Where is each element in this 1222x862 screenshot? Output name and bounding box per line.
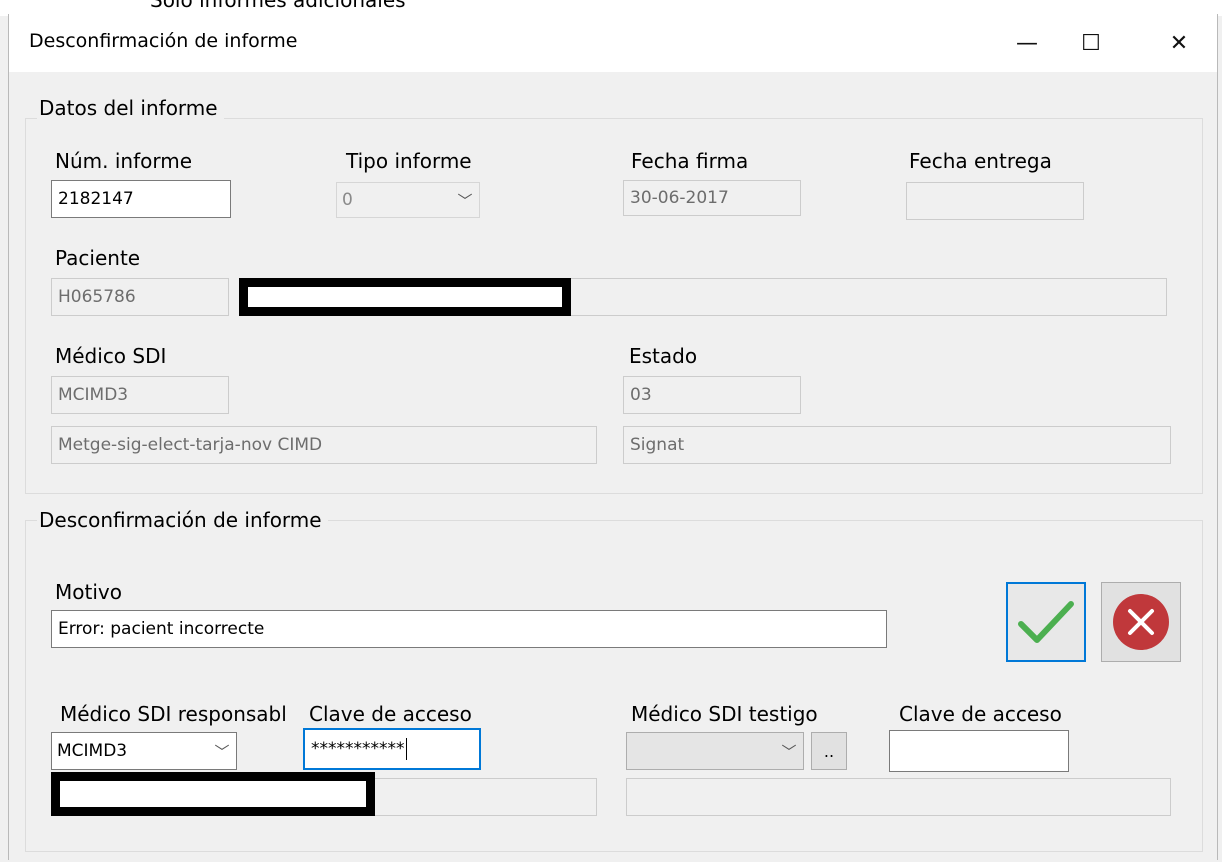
clave-responsable-value: *********** (311, 739, 405, 759)
clave-responsable-input[interactable]: *********** (303, 728, 481, 770)
fecha-entrega-field (906, 182, 1084, 220)
window-title: Desconfirmación de informe (29, 30, 298, 52)
chevron-down-icon: ﹀ (214, 742, 230, 761)
estado-label: Estado (629, 344, 698, 368)
desconfirmacion-label: Desconfirmación de informe (37, 508, 328, 532)
clave-responsable-label: Clave de acceso (309, 702, 472, 726)
medico-code-field: MCIMD3 (51, 376, 229, 414)
medico-testigo-name-field (626, 778, 1171, 816)
num-informe-input[interactable]: 2182147 (51, 180, 231, 218)
fecha-firma-label: Fecha firma (631, 149, 749, 173)
chevron-down-icon: ﹀ (781, 742, 797, 761)
estado-code-field: 03 (623, 376, 801, 414)
close-circle-icon (1113, 594, 1169, 650)
tipo-informe-select[interactable]: 0 ﹀ (336, 182, 480, 218)
text-cursor (405, 738, 407, 760)
num-informe-label: Núm. informe (55, 149, 193, 173)
minimize-button[interactable]: — (997, 14, 1057, 72)
accept-button[interactable] (1006, 582, 1086, 662)
title-bar: Desconfirmación de informe — ☐ ✕ (9, 14, 1217, 72)
medico-responsable-value: MCIMD3 (57, 741, 128, 761)
dialog-window: Desconfirmación de informe — ☐ ✕ Datos d… (8, 14, 1218, 860)
medico-name-field: Metge-sig-elect-tarja-nov CIMD (51, 426, 597, 464)
cancel-button[interactable] (1101, 582, 1181, 662)
medico-responsable-select[interactable]: MCIMD3 ﹀ (51, 732, 237, 770)
clave-testigo-label: Clave de acceso (899, 702, 1062, 726)
fecha-firma-field: 30-06-2017 (623, 180, 801, 216)
motivo-input[interactable]: Error: pacient incorrecte (51, 610, 887, 648)
medico-sdi-label: Médico SDI (55, 344, 167, 368)
tipo-informe-value: 0 (342, 190, 353, 210)
datos-informe-label: Datos del informe (37, 96, 224, 120)
redaction-box (239, 278, 571, 316)
close-window-button[interactable]: ✕ (1149, 14, 1209, 72)
paciente-code-field: H065786 (51, 278, 229, 316)
medico-testigo-select[interactable]: ﹀ (626, 732, 804, 770)
motivo-label: Motivo (55, 580, 122, 604)
browse-testigo-button[interactable]: .. (811, 732, 847, 770)
background-text: Solo informes adicionales (150, 0, 406, 12)
checkmark-icon (1018, 601, 1074, 643)
medico-responsable-label: Médico SDI responsabl (60, 702, 287, 726)
chevron-down-icon: ﹀ (457, 191, 473, 210)
estado-desc-field: Signat (623, 426, 1171, 464)
maximize-button[interactable]: ☐ (1061, 14, 1121, 72)
medico-testigo-label: Médico SDI testigo (631, 702, 818, 726)
fecha-entrega-label: Fecha entrega (909, 149, 1052, 173)
clave-testigo-input[interactable] (889, 730, 1069, 772)
tipo-informe-label: Tipo informe (346, 149, 472, 173)
paciente-label: Paciente (55, 246, 141, 270)
redaction-box (51, 772, 375, 816)
